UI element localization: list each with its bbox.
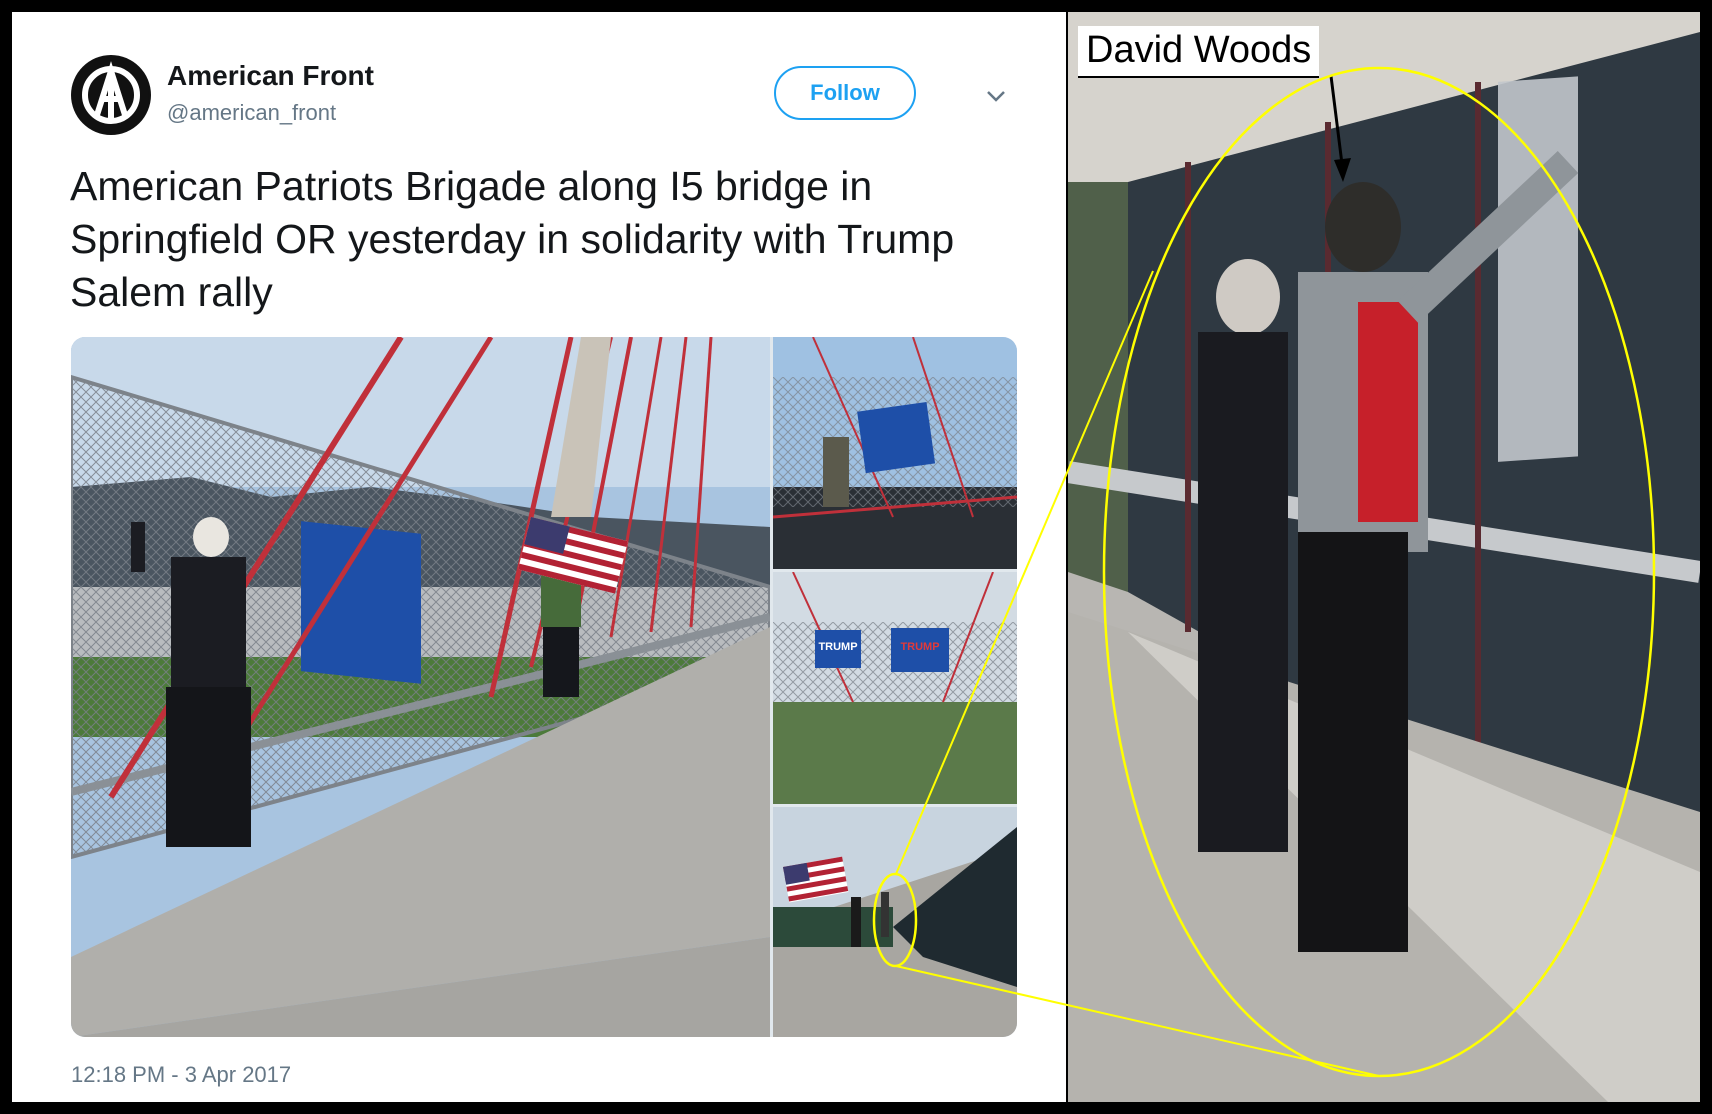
bridge-scene-2 bbox=[773, 337, 1017, 569]
author-name[interactable]: American Front bbox=[167, 60, 374, 92]
tweet-card: American Front @american_front Follow Am… bbox=[12, 12, 1066, 1102]
media-photo-3[interactable]: TRUMP TRUMP bbox=[773, 572, 1017, 804]
bridge-scene-main bbox=[71, 337, 770, 1037]
media-photo-main[interactable] bbox=[71, 337, 770, 1037]
chevron-down-icon[interactable] bbox=[984, 84, 1008, 108]
author-handle[interactable]: @american_front bbox=[167, 100, 336, 126]
bridge-scene-3: TRUMP TRUMP bbox=[773, 572, 1017, 804]
avatar[interactable] bbox=[71, 55, 151, 135]
media-grid: TRUMP TRUMP bbox=[71, 337, 1017, 1037]
tweet-text: American Patriots Brigade along I5 bridg… bbox=[70, 163, 955, 315]
zoomed-photo bbox=[1068, 12, 1700, 1102]
tweet-timestamp[interactable]: 12:18 PM - 3 Apr 2017 bbox=[71, 1062, 291, 1088]
sign-text-1: TRUMP bbox=[818, 641, 857, 653]
zoomed-bridge-scene bbox=[1068, 12, 1700, 1102]
annotation-label: David Woods bbox=[1078, 26, 1320, 78]
media-photo-2[interactable] bbox=[773, 337, 1017, 569]
american-front-logo-icon bbox=[73, 57, 149, 133]
bridge-scene-4 bbox=[773, 807, 1017, 1037]
media-photo-4[interactable] bbox=[773, 807, 1017, 1037]
sign-text-2: TRUMP bbox=[900, 641, 939, 653]
follow-button[interactable]: Follow bbox=[774, 66, 916, 120]
